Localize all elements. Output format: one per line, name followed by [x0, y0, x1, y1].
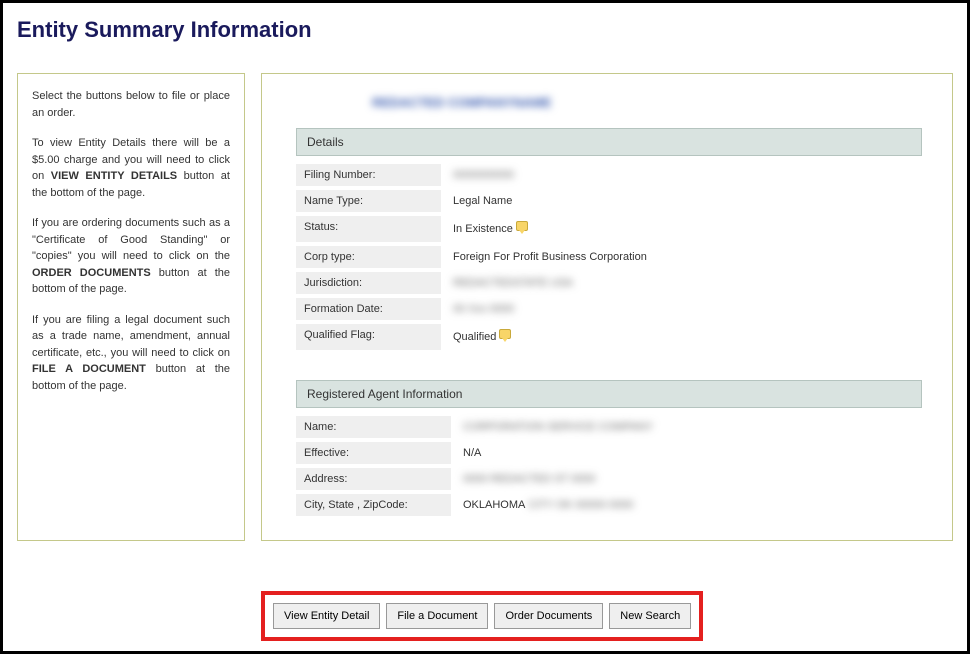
field-corp-type: Corp type: Foreign For Profit Business C…	[296, 246, 922, 268]
field-agent-address: Address: 0000 REDACTED ST 0000	[296, 468, 922, 490]
formation-date-label: Formation Date:	[296, 298, 441, 320]
filing-number-value: 0000000000	[441, 164, 526, 186]
field-agent-city: City, State , ZipCode: OKLAHOMA CITY OK …	[296, 494, 922, 516]
sidebar-p3: If you are ordering documents such as a …	[32, 215, 230, 298]
agent-address-label: Address:	[296, 468, 451, 490]
qualified-flag-value: Qualified	[441, 324, 523, 350]
view-entity-detail-button[interactable]: View Entity Detail	[273, 603, 380, 629]
agent-name-label: Name:	[296, 416, 451, 438]
agent-section-header: Registered Agent Information	[296, 380, 922, 408]
field-name-type: Name Type: Legal Name	[296, 190, 922, 212]
field-filing-number: Filing Number: 0000000000	[296, 164, 922, 186]
corp-type-label: Corp type:	[296, 246, 441, 268]
action-button-bar: View Entity Detail File a Document Order…	[261, 591, 703, 641]
status-value-text: In Existence	[453, 223, 513, 235]
field-qualified-flag: Qualified Flag: Qualified	[296, 324, 922, 350]
sidebar-p2: To view Entity Details there will be a $…	[32, 135, 230, 201]
main-layout: Select the buttons below to file or plac…	[17, 73, 953, 541]
agent-section: Registered Agent Information Name: CORPO…	[292, 380, 922, 516]
note-icon[interactable]	[499, 329, 511, 339]
agent-address-value: 0000 REDACTED ST 0000	[451, 468, 607, 490]
formation-date-value: 00 Xxx 0000	[441, 298, 526, 320]
agent-name-value: CORPORATION SERVICE COMPANY	[451, 416, 665, 438]
status-label: Status:	[296, 216, 441, 242]
corp-type-value: Foreign For Profit Business Corporation	[441, 246, 659, 268]
new-search-button[interactable]: New Search	[609, 603, 691, 629]
sidebar-p1: Select the buttons below to file or plac…	[32, 88, 230, 121]
sidebar-p2b: VIEW ENTITY DETAILS	[51, 170, 177, 182]
file-a-document-button[interactable]: File a Document	[386, 603, 488, 629]
qualified-flag-text: Qualified	[453, 331, 496, 343]
sidebar-p4a: If you are filing a legal document such …	[32, 314, 230, 359]
note-icon[interactable]	[516, 221, 528, 231]
agent-effective-value: N/A	[451, 442, 493, 464]
qualified-flag-label: Qualified Flag:	[296, 324, 441, 350]
filing-number-label: Filing Number:	[296, 164, 441, 186]
order-documents-button[interactable]: Order Documents	[494, 603, 603, 629]
sidebar-p3b: ORDER DOCUMENTS	[32, 267, 151, 279]
instructions-sidebar: Select the buttons below to file or plac…	[17, 73, 245, 541]
field-agent-name: Name: CORPORATION SERVICE COMPANY	[296, 416, 922, 438]
jurisdiction-value: REDACTEDSTATE USA	[441, 272, 585, 294]
name-type-label: Name Type:	[296, 190, 441, 212]
name-type-value: Legal Name	[441, 190, 524, 212]
entity-name: REDACTED COMPANYNAME	[372, 95, 552, 110]
jurisdiction-label: Jurisdiction:	[296, 272, 441, 294]
field-formation-date: Formation Date: 00 Xxx 0000	[296, 298, 922, 320]
field-status: Status: In Existence	[296, 216, 922, 242]
page-title: Entity Summary Information	[17, 17, 953, 43]
status-value: In Existence	[441, 216, 540, 242]
sidebar-p3a: If you are ordering documents such as a …	[32, 217, 230, 262]
agent-city-value: OKLAHOMA CITY OK 00000 0000	[451, 494, 645, 516]
field-jurisdiction: Jurisdiction: REDACTEDSTATE USA	[296, 272, 922, 294]
agent-city-rest: CITY OK 00000 0000	[528, 499, 633, 511]
main-panel: REDACTED COMPANYNAME Details Filing Numb…	[261, 73, 953, 541]
sidebar-p4: If you are filing a legal document such …	[32, 312, 230, 395]
field-agent-effective: Effective: N/A	[296, 442, 922, 464]
details-section-header: Details	[296, 128, 922, 156]
agent-city-label: City, State , ZipCode:	[296, 494, 451, 516]
agent-effective-label: Effective:	[296, 442, 451, 464]
agent-city-prefix: OKLAHOMA	[463, 499, 525, 511]
sidebar-p4b: FILE A DOCUMENT	[32, 363, 146, 375]
